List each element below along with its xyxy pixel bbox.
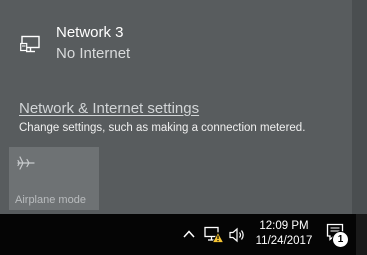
show-desktop-button[interactable] bbox=[356, 214, 367, 255]
network-name: Network 3 bbox=[56, 24, 124, 41]
clock-time: 12:09 PM bbox=[259, 220, 309, 232]
action-center-button[interactable]: 1 bbox=[324, 222, 354, 250]
network-desktop-icon bbox=[20, 35, 40, 53]
clock-date: 11/24/2017 bbox=[255, 235, 313, 247]
volume-icon[interactable] bbox=[228, 227, 246, 243]
clock[interactable]: 12:09 PM 11/24/2017 bbox=[252, 219, 316, 249]
network-status: No Internet bbox=[56, 45, 131, 62]
airplane-mode-button[interactable]: Airplane mode bbox=[9, 147, 99, 210]
airplane-icon bbox=[17, 156, 35, 170]
notification-count-badge: 1 bbox=[332, 231, 349, 248]
network-settings-description: Change settings, such as making a connec… bbox=[19, 122, 306, 134]
taskbar: 12:09 PM 11/24/2017 1 bbox=[0, 214, 367, 255]
network-settings-link[interactable]: Network & Internet settings bbox=[19, 100, 199, 117]
airplane-mode-label: Airplane mode bbox=[15, 194, 86, 206]
network-flyout: Network 3 No Internet Network & Internet… bbox=[0, 0, 352, 214]
chevron-up-icon[interactable] bbox=[182, 228, 196, 240]
flyout-edge bbox=[352, 0, 367, 214]
network-warning-icon[interactable] bbox=[204, 226, 224, 244]
network-list-item[interactable]: Network 3 No Internet bbox=[0, 12, 352, 72]
